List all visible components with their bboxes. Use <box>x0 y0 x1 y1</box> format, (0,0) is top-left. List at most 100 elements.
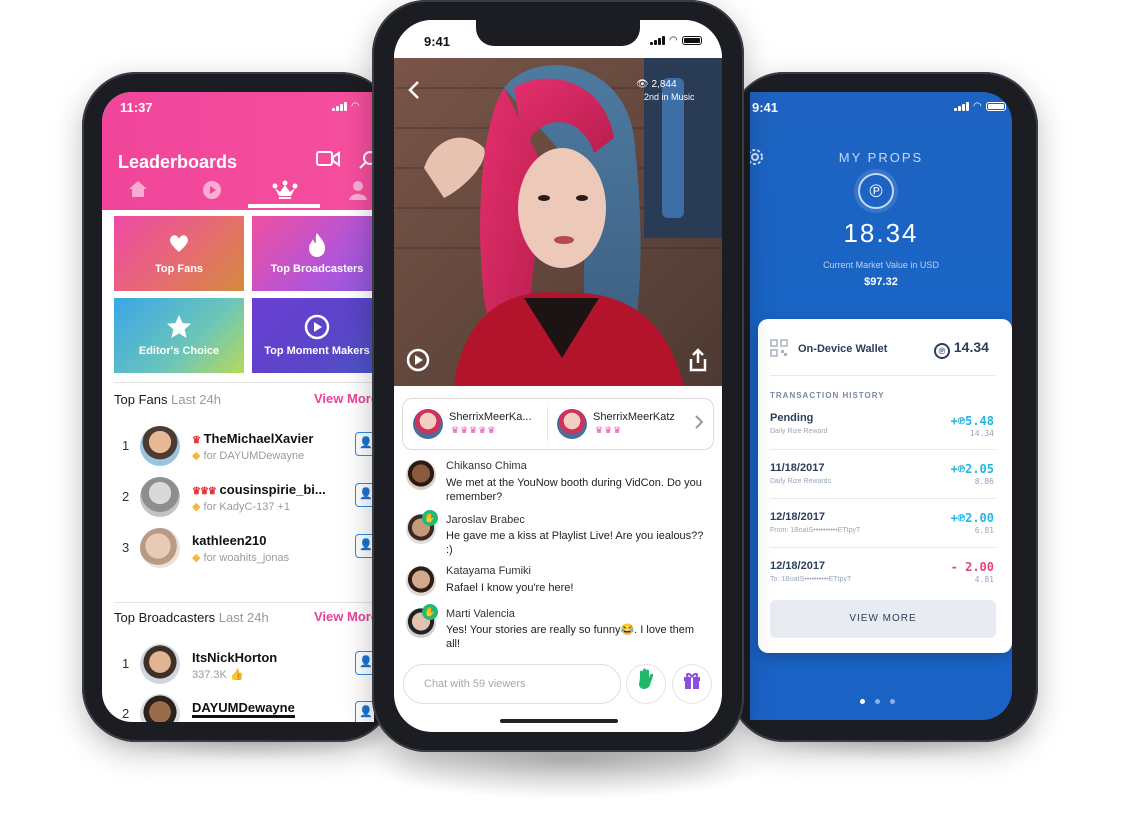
status-icons: ◠ <box>332 101 360 112</box>
tile-editors-choice[interactable]: Editor's Choice <box>114 298 244 373</box>
avatar[interactable] <box>140 426 180 466</box>
ticket-icon: ◆ <box>192 450 201 462</box>
row-divider <box>770 547 996 548</box>
guest-name[interactable]: SherrixMeerKa... <box>449 411 532 423</box>
chevron-right-icon[interactable] <box>695 415 704 434</box>
guest-name[interactable]: SherrixMeerKatz <box>593 411 675 423</box>
ticket-icon: ◆ <box>192 501 201 513</box>
stream-ranking: 2nd in Music <box>644 92 695 102</box>
tile-top-moment-makers[interactable]: Top Moment Makers <box>252 298 374 373</box>
share-icon[interactable] <box>688 348 708 377</box>
chat-author[interactable]: Marti Valencia <box>446 608 515 620</box>
status-icons: ◠ <box>954 102 1006 112</box>
section-divider <box>114 602 374 603</box>
flame-icon <box>252 232 374 264</box>
live-video[interactable]: 👁 2,844 2nd in Music <box>394 58 722 386</box>
usd-value: $97.32 <box>864 276 898 288</box>
status-time: 9:41 <box>752 100 779 115</box>
broadcaster-video-frame <box>394 58 722 386</box>
follow-button[interactable]: 👤 <box>355 701 374 722</box>
avatar[interactable] <box>406 460 436 490</box>
user-subtitle: ◆ for KadyC-137 +1 <box>192 501 291 513</box>
tab-profile-icon[interactable] <box>348 180 368 205</box>
avatar[interactable] <box>140 694 180 722</box>
transaction-desc: Daily Rize Rewards <box>770 478 832 485</box>
transaction-date: 12/18/2017 <box>770 560 826 572</box>
avatar[interactable] <box>413 409 443 439</box>
value-caption: Current Market Value in USD <box>823 260 939 270</box>
avatar[interactable] <box>140 477 180 517</box>
avatar[interactable] <box>140 528 180 568</box>
avatar[interactable] <box>140 644 180 684</box>
guest-divider <box>547 407 548 441</box>
battery-icon <box>985 102 1006 111</box>
marketing-stage: 11:37 ◠ Leaderboards Top Fans Top Broadc… <box>0 0 1128 836</box>
transaction-balance: 4.81 <box>974 575 994 584</box>
play-circle-icon <box>252 314 374 346</box>
tile-top-broadcasters[interactable]: Top Broadcasters <box>252 216 374 291</box>
video-camera-icon[interactable] <box>316 150 340 173</box>
signal-icon <box>332 102 347 111</box>
username[interactable]: DAYUMDewayne <box>192 700 295 718</box>
tab-crown-icon[interactable] <box>272 180 298 205</box>
transaction-date: Pending <box>770 412 814 424</box>
avatar[interactable] <box>557 409 587 439</box>
view-more-button[interactable]: VIEW MORE <box>770 600 996 638</box>
transaction-amount: - 2.00 <box>950 560 994 574</box>
row-divider <box>770 498 996 499</box>
user-subtitle: ◆ for woahits_jonas <box>192 552 290 564</box>
top-broadcasters-heading: Top Broadcasters Last 24h <box>114 610 269 625</box>
wifi-icon: ◠ <box>669 35 678 46</box>
rank-number: 1 <box>122 438 130 453</box>
chat-author[interactable]: Jaroslav Brabec <box>446 514 525 526</box>
gift-button[interactable] <box>672 664 712 704</box>
back-chevron-icon[interactable] <box>408 80 420 106</box>
transaction-desc: To: 1BoatS••••••••••ETtpyT <box>770 576 852 583</box>
transaction-desc: Daily Rize Reward <box>770 428 828 435</box>
tab-play-icon[interactable] <box>202 180 222 205</box>
avatar[interactable] <box>406 566 436 596</box>
top-fans-heading: Top Fans Last 24h <box>114 392 221 407</box>
wave-button[interactable] <box>626 664 666 704</box>
username[interactable]: ♛ TheMichaelXavier <box>192 431 313 446</box>
home-indicator[interactable] <box>500 719 618 723</box>
phone-notch <box>476 20 640 46</box>
tab-home-icon[interactable] <box>128 180 148 203</box>
chat-text: We met at the YouNow booth during VidCon… <box>446 477 702 503</box>
wifi-icon: ◠ <box>351 101 360 112</box>
chat-input[interactable]: Chat with 59 viewers <box>403 664 621 704</box>
wave-badge-icon: ✋ <box>422 604 438 620</box>
tile-top-fans[interactable]: Top Fans <box>114 216 244 291</box>
top-fans-view-more-link[interactable]: View More <box>314 391 374 406</box>
chat-author[interactable]: Katayama Fumiki <box>446 565 531 577</box>
page-title: MY PROPS <box>838 150 924 165</box>
signal-icon <box>650 36 665 45</box>
username[interactable]: ♛♛♛ cousinspirie_bi... <box>192 482 326 497</box>
active-tab-indicator <box>248 204 320 208</box>
leaderboards-screen: 11:37 ◠ Leaderboards Top Fans Top Broadc… <box>102 92 374 722</box>
wave-hand-icon <box>639 668 654 689</box>
tile-label: Editor's Choice <box>138 345 220 357</box>
center-phone: 9:41 ◠ 👁 2,844 2nd in Music SherrixMeerK… <box>372 0 744 752</box>
transaction-date: 11/18/2017 <box>770 462 825 474</box>
user-subtitle: ◆ for DAYUMDewayne <box>192 450 305 462</box>
transaction-desc: From: 1BoatS••••••••••ETtpyT <box>770 527 861 534</box>
chat-text: He gave me a kiss at Playlist Live! Are … <box>446 530 704 556</box>
moment-replay-icon[interactable] <box>406 348 430 377</box>
page-indicator[interactable] <box>860 699 895 704</box>
top-broadcasters-view-more-link[interactable]: View More <box>314 609 374 624</box>
username[interactable]: kathleen210 <box>192 533 266 548</box>
username[interactable]: ItsNickHorton <box>192 650 277 665</box>
crown-icons: ♛♛♛ <box>595 425 623 435</box>
qr-code-icon[interactable] <box>770 339 788 362</box>
wallet-balance: ℗ 14.34 <box>934 339 989 359</box>
props-coin-icon: ℗ <box>934 343 950 359</box>
chat-placeholder: Chat with 59 viewers <box>424 678 526 690</box>
transaction-history-title: TRANSACTION HISTORY <box>770 391 885 400</box>
props-coin-icon: ℗ <box>858 173 894 209</box>
transaction-amount: +℗2.00 <box>950 511 994 525</box>
status-time: 9:41 <box>424 34 451 49</box>
chat-author[interactable]: Chikanso Chima <box>446 460 527 472</box>
ticket-icon: ◆ <box>192 552 201 564</box>
transaction-amount: +℗5.48 <box>950 414 994 428</box>
